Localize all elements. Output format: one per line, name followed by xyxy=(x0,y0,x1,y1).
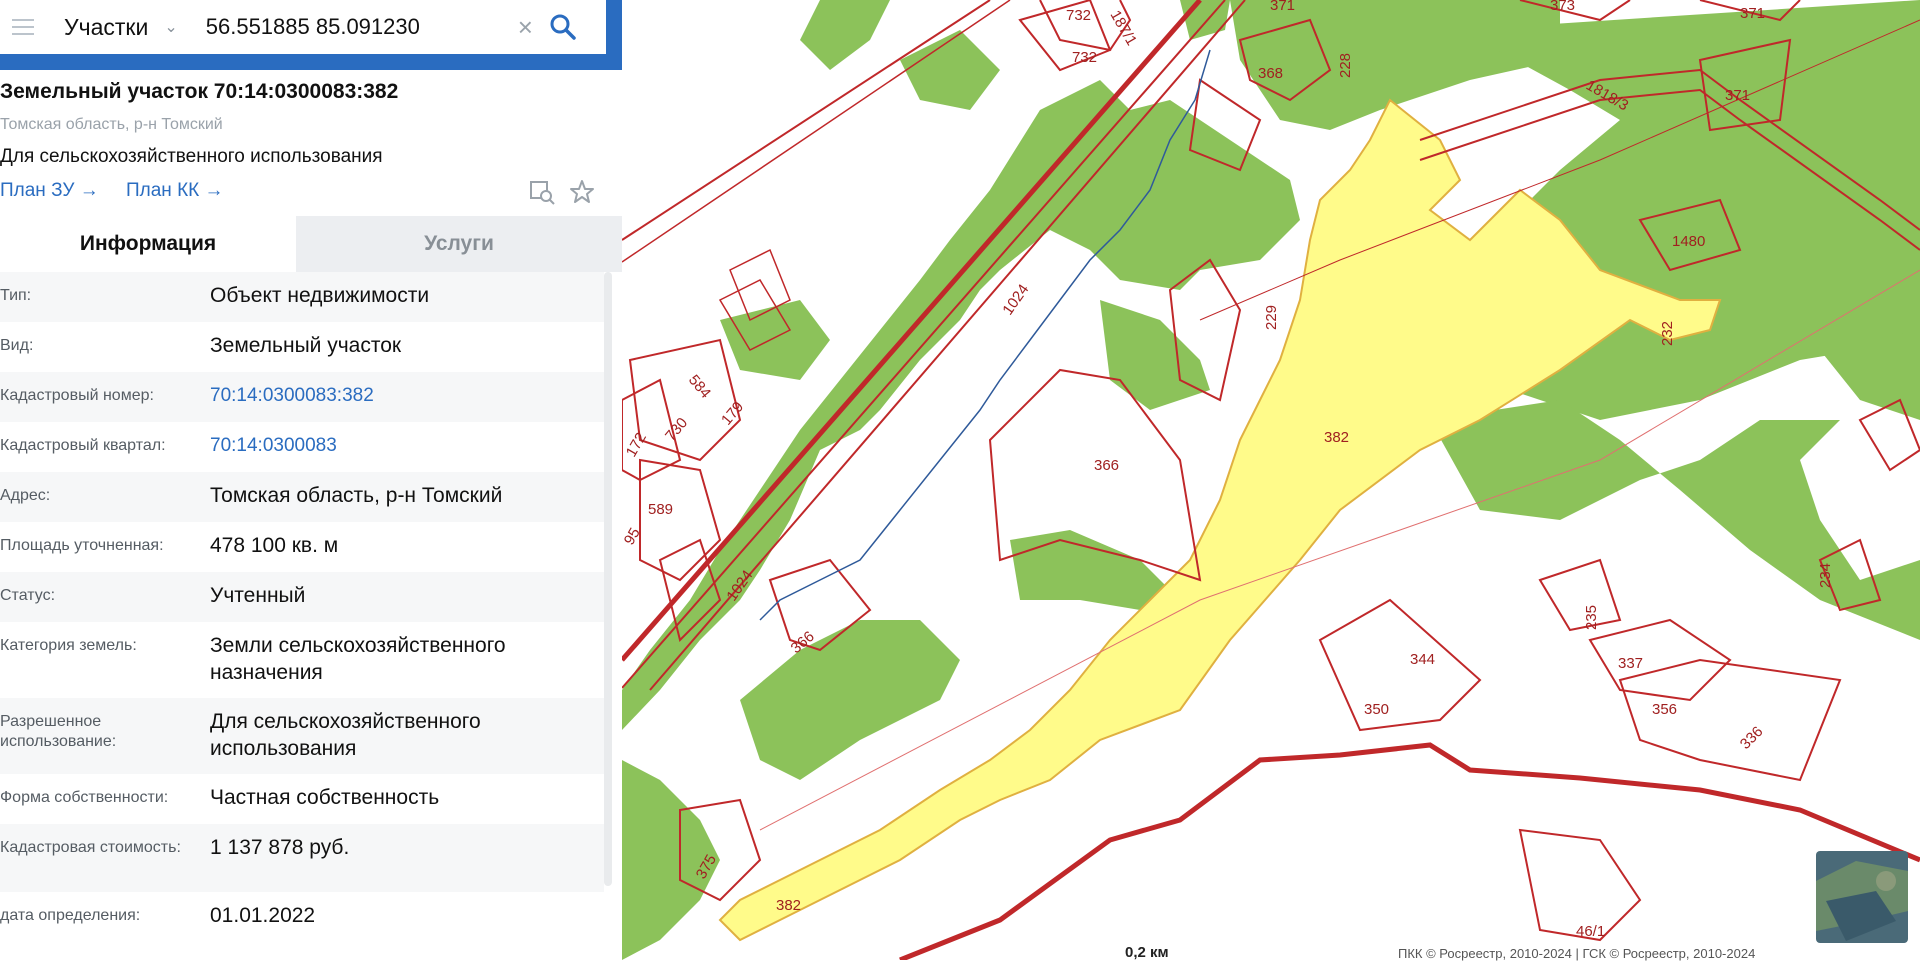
map-label: 235 xyxy=(1583,605,1600,630)
menu-icon[interactable] xyxy=(0,0,46,54)
chevron-down-icon: ⌄ xyxy=(164,19,178,36)
collapse-panel-button[interactable]: ‹ xyxy=(622,0,644,44)
map-attribution: ПКК © Росреестр, 2010-2024 | ГСК © Росре… xyxy=(1398,946,1756,961)
map-label: 732 xyxy=(1072,49,1097,66)
map-label: 371 xyxy=(1270,0,1295,14)
map-label: 382 xyxy=(776,897,801,914)
map-label: 337 xyxy=(1618,655,1643,672)
map-label: 344 xyxy=(1410,651,1435,668)
layer-select-label: Участки xyxy=(64,13,149,40)
search-icon xyxy=(550,14,576,40)
search-bar: Участки ⌄ × xyxy=(0,0,622,70)
map-label: 234 xyxy=(1817,563,1834,588)
map-label: 1480 xyxy=(1672,233,1705,250)
map-label: 229 xyxy=(1263,305,1280,330)
map-label: 371 xyxy=(1740,5,1765,22)
map-label: 46/1 xyxy=(1576,923,1605,940)
search-button[interactable] xyxy=(547,11,579,43)
map-label: 228 xyxy=(1337,53,1354,78)
basemap-switcher[interactable] xyxy=(1816,851,1908,943)
map-label: 366 xyxy=(1094,457,1119,474)
map-label: 373 xyxy=(1550,0,1575,14)
search-input[interactable] xyxy=(203,13,508,41)
map-label: 232 xyxy=(1659,321,1676,346)
layer-select[interactable]: Участки ⌄ xyxy=(64,14,178,41)
map-label: 589 xyxy=(648,501,673,518)
map-label: 371 xyxy=(1725,87,1750,104)
satellite-thumbnail-icon xyxy=(1816,851,1908,943)
map-label: 350 xyxy=(1364,701,1389,718)
clear-icon[interactable]: × xyxy=(518,12,533,43)
chevron-left-icon: ‹ xyxy=(629,9,637,34)
map-scale: 0,2 км xyxy=(1125,944,1169,961)
map-label: 368 xyxy=(1258,65,1283,82)
map-label: 732 xyxy=(1066,7,1091,24)
map-label: 382 xyxy=(1324,429,1349,446)
map-label: 356 xyxy=(1652,701,1677,718)
info-panel: Участки ⌄ × xyxy=(0,0,622,960)
